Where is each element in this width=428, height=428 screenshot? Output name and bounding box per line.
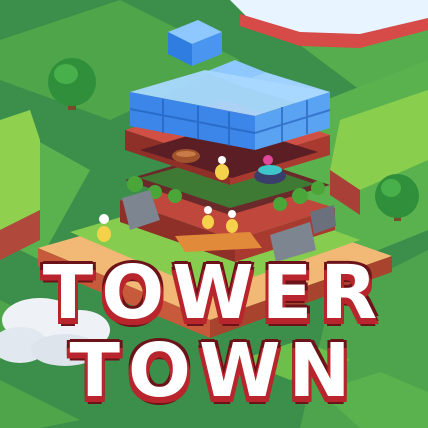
- isometric-scene: [0, 0, 428, 428]
- left-cliff: [0, 110, 40, 260]
- sausage-icon: [172, 149, 200, 163]
- game-key-art: TOWER TOWN: [0, 0, 428, 428]
